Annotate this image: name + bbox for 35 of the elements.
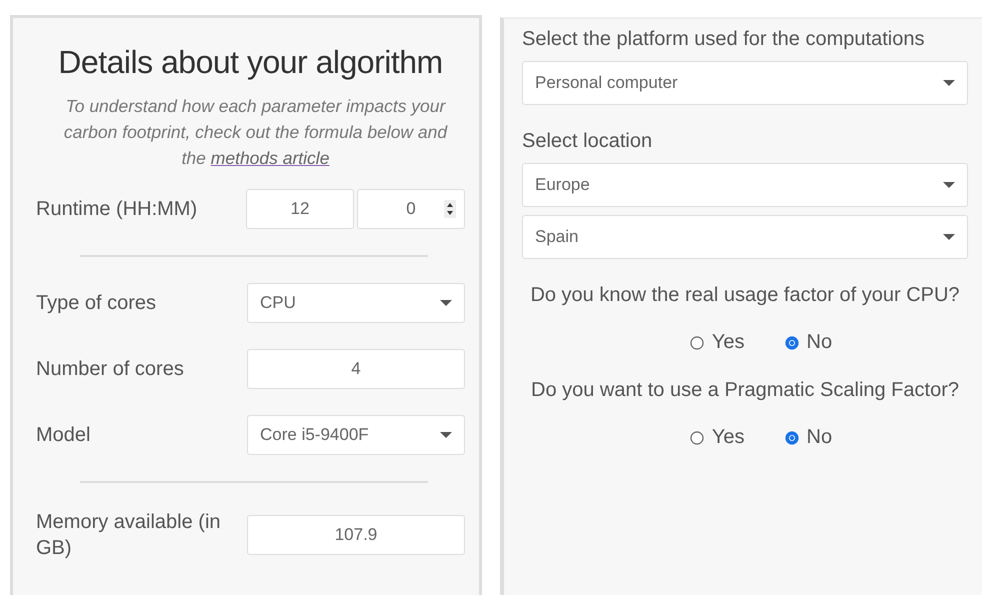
radio-icon[interactable] <box>690 430 704 444</box>
panel-title: Details about your algorithm <box>57 44 444 81</box>
field-label: Number of cores <box>36 357 185 382</box>
methods-link[interactable]: methods article <box>210 148 330 168</box>
caret-icon <box>943 80 955 86</box>
question-label: Select location <box>522 129 654 154</box>
minutes-field[interactable]: 0 <box>357 189 465 229</box>
radio-icon[interactable] <box>784 430 799 444</box>
intro-text: To understand how each parameter impacts your carbon footprint, check out the formula below and the methods article <box>62 95 448 170</box>
question-label: Do you want to use a Pragmatic Scaling Factor? <box>531 378 959 403</box>
radio-option[interactable]: No <box>784 426 832 449</box>
radio-icon[interactable] <box>784 336 799 350</box>
caret-icon <box>440 432 452 438</box>
dropdown[interactable]: Personal computer <box>522 61 968 105</box>
spinner-icon[interactable] <box>444 200 456 218</box>
dropdown[interactable]: Europe <box>522 163 968 207</box>
caret-icon <box>440 300 452 306</box>
question-label: Do you know the real usage factor of your CPU? <box>530 283 960 308</box>
radio-icon[interactable] <box>690 336 704 350</box>
dropdown[interactable]: Spain <box>522 215 968 259</box>
radio-option[interactable]: No <box>784 331 832 354</box>
radio-option[interactable]: Yes <box>690 331 745 354</box>
number-field[interactable]: 4 <box>247 349 465 389</box>
dropdown[interactable]: CPU <box>247 283 465 323</box>
dropdown[interactable]: Core i5-9400F <box>247 415 465 455</box>
field-label: Memory available (in GB) <box>36 510 222 561</box>
radio-option[interactable]: Yes <box>690 426 745 449</box>
question-label: Select the platform used for the computations <box>522 27 926 52</box>
field-label: Type of cores <box>36 291 158 316</box>
hours-field[interactable]: 12 <box>246 189 354 229</box>
number-field[interactable]: 107.9 <box>247 515 465 555</box>
caret-icon <box>943 182 955 188</box>
field-label: Model <box>36 423 92 448</box>
field-label: Runtime (HH:MM) <box>36 197 198 222</box>
caret-icon <box>943 234 955 240</box>
